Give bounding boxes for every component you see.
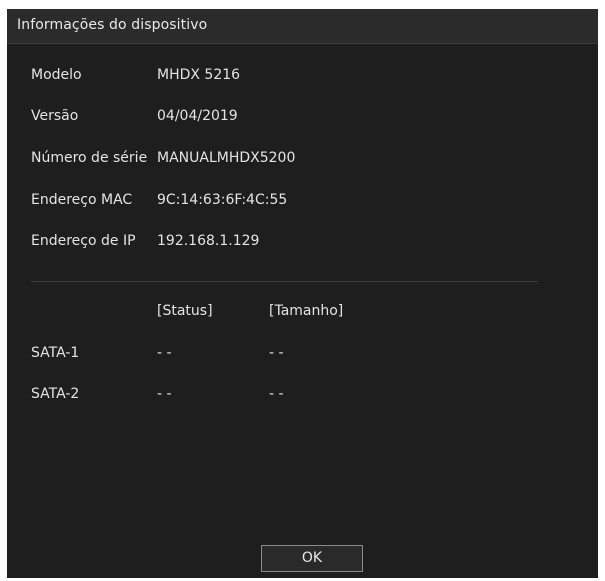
ip-address-label: Endereço de IP <box>31 233 136 249</box>
ok-button[interactable]: OK <box>261 545 363 572</box>
mac-address-label: Endereço MAC <box>31 192 133 208</box>
mac-address-value: 9C:14:63:6F:4C:55 <box>157 192 288 208</box>
version-label: Versão <box>31 108 79 124</box>
ip-address-value: 192.168.1.129 <box>157 233 260 249</box>
sata-1-size: - - <box>269 345 284 361</box>
size-column-header: [Tamanho] <box>269 303 344 319</box>
model-value: MHDX 5216 <box>157 67 241 83</box>
model-label: Modelo <box>31 67 82 83</box>
dialog-title: Informações do dispositivo <box>17 17 208 33</box>
status-column-header: [Status] <box>157 303 213 319</box>
sata-2-status: - - <box>157 386 172 402</box>
sata-2-label: SATA-2 <box>31 386 80 402</box>
sata-1-status: - - <box>157 345 172 361</box>
serial-number-label: Número de série <box>31 150 148 166</box>
sata-1-label: SATA-1 <box>31 345 80 361</box>
version-value: 04/04/2019 <box>157 108 238 124</box>
section-divider <box>31 281 538 282</box>
device-info-dialog: Informações do dispositivo Modelo MHDX 5… <box>7 9 598 578</box>
serial-number-value: MANUALMHDX5200 <box>157 150 296 166</box>
dialog-title-bar: Informações do dispositivo <box>7 9 598 44</box>
sata-2-size: - - <box>269 386 284 402</box>
